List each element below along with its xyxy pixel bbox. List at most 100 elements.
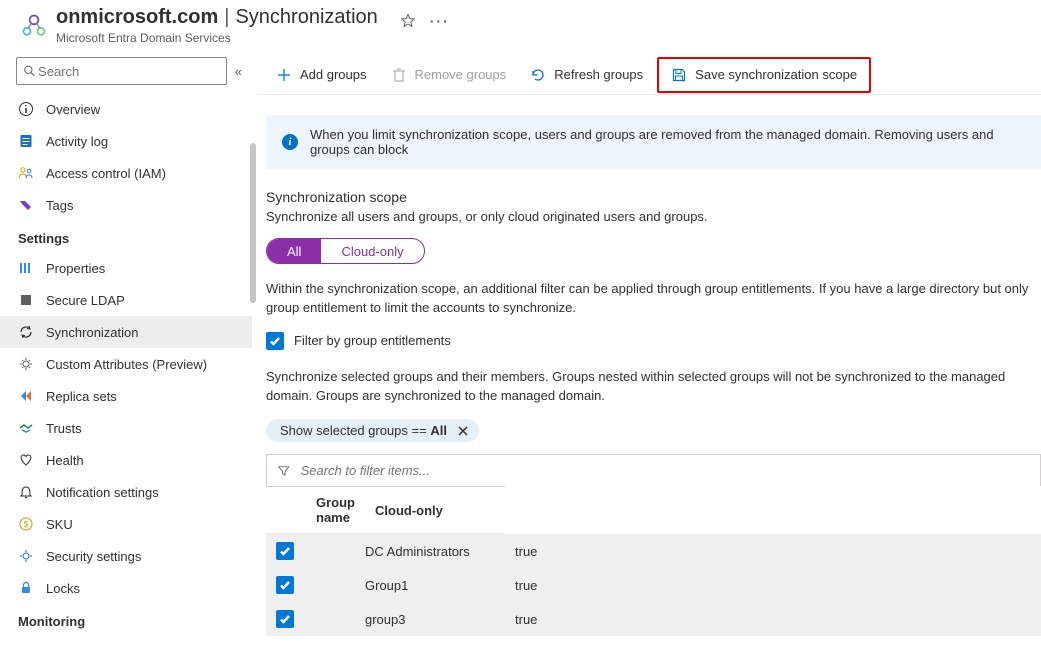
info-banner-text: When you limit synchronization scope, us… — [310, 127, 1025, 157]
sidebar-item-trusts[interactable]: Trusts — [0, 412, 252, 444]
trash-icon — [391, 67, 407, 83]
sidebar-item-security-settings[interactable]: Security settings — [0, 540, 252, 572]
sidebar-item-access-control[interactable]: Access control (IAM) — [0, 157, 252, 189]
filter-by-group-label: Filter by group entitlements — [294, 333, 451, 348]
log-icon — [18, 133, 34, 149]
row-group-name: Group1 — [365, 568, 505, 602]
add-groups-button[interactable]: Add groups — [266, 59, 377, 91]
row-cloud-only: true — [505, 568, 1041, 602]
sync-selected-description: Synchronize selected groups and their me… — [266, 368, 1041, 406]
sidebar-item-properties[interactable]: Properties — [0, 252, 252, 284]
breadcrumb: onmicrosoft.com | Synchronization ··· — [56, 6, 450, 29]
refresh-icon — [530, 67, 546, 83]
sidebar-item-replica-sets[interactable]: Replica sets — [0, 380, 252, 412]
sidebar-search[interactable] — [16, 57, 227, 85]
info-banner: i When you limit synchronization scope, … — [266, 115, 1041, 169]
check-icon — [279, 613, 291, 625]
row-group-name: DC Administrators — [365, 534, 505, 569]
groups-table: Group name Cloud-only DC Administratorst… — [266, 486, 1041, 636]
scope-toggle-all[interactable]: All — [267, 239, 321, 263]
refresh-groups-button[interactable]: Refresh groups — [520, 59, 653, 91]
sidebar-item-custom-attributes[interactable]: Custom Attributes (Preview) — [0, 348, 252, 380]
row-group-name: group3 — [365, 602, 505, 636]
col-group-name[interactable]: Group name — [266, 487, 365, 534]
ldap-icon — [18, 292, 34, 308]
chip-remove-icon[interactable] — [457, 425, 469, 437]
sidebar-item-label: Trusts — [46, 421, 82, 436]
sidebar-item-label: Properties — [46, 261, 105, 276]
table-filter-input-wrapper[interactable] — [266, 454, 1041, 486]
sidebar-section-settings: Settings — [0, 221, 252, 252]
sidebar-item-label: Overview — [46, 102, 100, 117]
filter-icon — [277, 464, 291, 478]
plus-icon — [276, 67, 292, 83]
bell-icon — [18, 484, 34, 500]
sidebar-item-label: Synchronization — [46, 325, 139, 340]
sidebar-item-label: Locks — [46, 581, 80, 596]
search-icon — [23, 64, 36, 78]
gear-icon — [18, 548, 34, 564]
sync-scope-title: Synchronization scope — [266, 189, 1041, 205]
handshake-icon — [18, 420, 34, 436]
lock-icon — [18, 580, 34, 596]
filter-by-group-checkbox[interactable] — [266, 332, 284, 350]
entra-domain-services-icon — [20, 12, 48, 40]
table-filter-input[interactable] — [299, 462, 1030, 479]
toolbar: Add groups Remove groups Refresh groups … — [258, 55, 1041, 95]
scope-filter-description: Within the synchronization scope, an add… — [266, 280, 1041, 318]
sidebar-item-overview[interactable]: Overview — [0, 93, 252, 125]
favorite-star-icon[interactable] — [400, 13, 416, 29]
properties-icon — [18, 260, 34, 276]
sidebar-item-label: Security settings — [46, 549, 141, 564]
sidebar-item-label: Tags — [46, 198, 73, 213]
people-icon — [18, 165, 34, 181]
sidebar-item-label: Secure LDAP — [46, 293, 125, 308]
sidebar-item-tags[interactable]: Tags — [0, 189, 252, 221]
breadcrumb-page: Synchronization — [235, 6, 377, 29]
sidebar-item-health[interactable]: Health — [0, 444, 252, 476]
tag-icon — [18, 197, 34, 213]
sidebar-section-monitoring: Monitoring — [0, 604, 252, 635]
table-row[interactable]: group3true — [266, 602, 1041, 636]
sidebar-item-activity-log[interactable]: Activity log — [0, 125, 252, 157]
sidebar-item-locks[interactable]: Locks — [0, 572, 252, 604]
sidebar-item-label: Health — [46, 453, 84, 468]
scope-toggle: All Cloud-only — [266, 238, 425, 264]
sidebar-item-synchronization[interactable]: Synchronization — [0, 316, 252, 348]
row-checkbox[interactable] — [276, 576, 294, 594]
sidebar-item-label: Activity log — [46, 134, 108, 149]
sync-icon — [18, 324, 34, 340]
gear-icon — [18, 356, 34, 372]
sidebar-item-label: Replica sets — [46, 389, 117, 404]
replica-icon — [18, 388, 34, 404]
save-icon — [671, 67, 687, 83]
row-checkbox[interactable] — [276, 610, 294, 628]
more-icon[interactable]: ··· — [430, 13, 450, 29]
sidebar-item-sku[interactable]: $ SKU — [0, 508, 252, 540]
info-icon — [18, 101, 34, 117]
table-row[interactable]: DC Administratorstrue — [266, 534, 1041, 569]
remove-groups-button: Remove groups — [381, 59, 517, 91]
sync-scope-desc: Synchronize all users and groups, or onl… — [266, 209, 1041, 224]
table-row[interactable]: Group1true — [266, 568, 1041, 602]
collapse-sidebar-icon[interactable]: « — [235, 64, 242, 79]
check-icon — [279, 579, 291, 591]
sidebar-item-label: SKU — [46, 517, 73, 532]
filter-chip[interactable]: Show selected groups == All — [266, 419, 479, 442]
page-subtitle: Microsoft Entra Domain Services — [56, 31, 450, 45]
sidebar-item-label: Access control (IAM) — [46, 166, 166, 181]
sidebar-item-secure-ldap[interactable]: Secure LDAP — [0, 284, 252, 316]
svg-text:$: $ — [24, 520, 29, 529]
row-cloud-only: true — [505, 602, 1041, 636]
heart-icon — [18, 452, 34, 468]
breadcrumb-domain: onmicrosoft.com — [56, 6, 218, 29]
info-icon: i — [282, 134, 298, 150]
sidebar-search-input[interactable] — [36, 63, 220, 80]
scope-toggle-cloud-only[interactable]: Cloud-only — [321, 239, 423, 263]
sidebar-item-notification-settings[interactable]: Notification settings — [0, 476, 252, 508]
save-sync-scope-button[interactable]: Save synchronization scope — [657, 57, 871, 93]
row-checkbox[interactable] — [276, 542, 294, 560]
check-icon — [269, 335, 281, 347]
sidebar-scrollbar-thumb[interactable] — [250, 143, 256, 303]
col-cloud-only[interactable]: Cloud-only — [365, 487, 505, 534]
